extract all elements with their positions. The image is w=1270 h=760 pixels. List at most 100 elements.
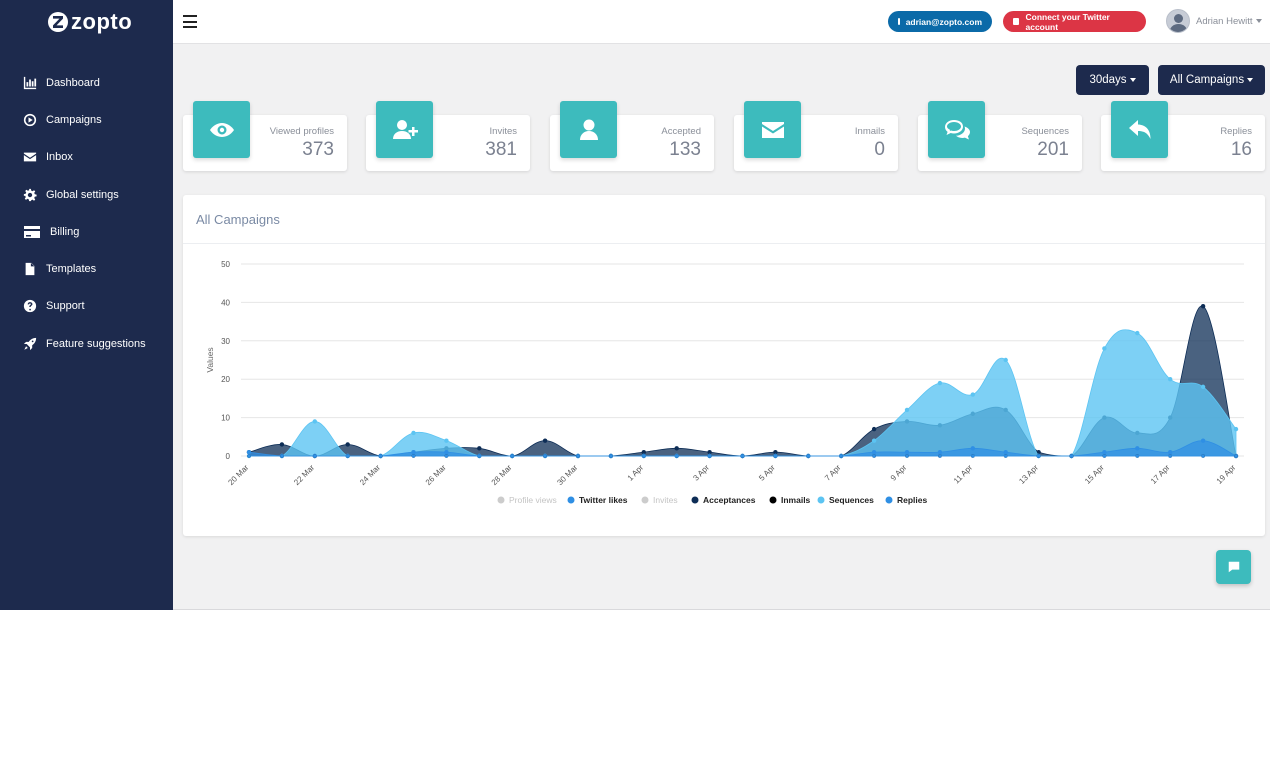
chat-widget-button[interactable] bbox=[1216, 550, 1251, 584]
x-tick-label: 3 Apr bbox=[691, 463, 711, 483]
data-point-sequences bbox=[970, 392, 975, 397]
data-point-twitter-likes bbox=[740, 454, 745, 458]
data-point-replies bbox=[1003, 449, 1008, 455]
comments-icon bbox=[928, 101, 985, 158]
data-point-replies bbox=[1200, 438, 1206, 443]
data-point-twitter-likes bbox=[543, 454, 547, 458]
data-point-replies bbox=[970, 446, 975, 451]
legend-item-label: Inmails bbox=[781, 495, 811, 505]
x-tick-label: 24 Mar bbox=[358, 463, 382, 487]
data-point-acceptances bbox=[542, 438, 548, 443]
data-point-twitter-likes bbox=[806, 454, 811, 458]
data-point-acceptances bbox=[477, 446, 482, 451]
campaign-chart-panel: All Campaigns 0 10 20 30 40 50 Values 20 Mar 22 … bbox=[183, 195, 1265, 536]
reply-icon bbox=[1111, 101, 1168, 158]
data-point-sequences bbox=[937, 380, 943, 386]
stat-value: 373 bbox=[302, 139, 334, 160]
data-point-twitter-likes bbox=[1102, 454, 1107, 458]
data-point-sequences bbox=[312, 419, 317, 424]
data-point-twitter-likes bbox=[1201, 454, 1205, 458]
x-tick-label: 15 Apr bbox=[1083, 463, 1106, 486]
data-point-twitter-likes bbox=[576, 454, 580, 458]
data-point-acceptances bbox=[1200, 304, 1206, 309]
data-point-sequences bbox=[1135, 330, 1140, 336]
eye-icon bbox=[193, 101, 250, 158]
sidebar-item-support[interactable]: Support bbox=[0, 288, 173, 325]
play-circle-icon bbox=[22, 112, 38, 128]
y-tick-label: 30 bbox=[221, 337, 230, 346]
sidebar-item-label: Feature suggestions bbox=[46, 337, 146, 350]
data-point-acceptances bbox=[871, 426, 877, 432]
stat-card-invites: Invites 381 bbox=[366, 101, 530, 171]
sidebar-item-feature-suggestions[interactable]: Feature suggestions bbox=[0, 325, 173, 362]
sidebar-item-billing[interactable]: Billing bbox=[0, 213, 173, 250]
legend-marker bbox=[769, 496, 777, 504]
legend-marker bbox=[567, 496, 575, 504]
envelope-icon bbox=[744, 101, 801, 158]
x-tick-label: 13 Apr bbox=[1017, 463, 1040, 486]
data-point-twitter-likes bbox=[1036, 454, 1041, 458]
data-point-twitter-likes bbox=[674, 454, 679, 458]
data-point-twitter-likes bbox=[280, 454, 284, 458]
sidebar-item-dashboard[interactable]: Dashboard bbox=[0, 64, 173, 101]
data-point-sequences bbox=[871, 438, 877, 443]
sidebar-item-campaigns[interactable]: Campaigns bbox=[0, 101, 173, 138]
top-bar: adrian@zopto.com Connect your Twitter ac… bbox=[173, 0, 1270, 44]
user-icon bbox=[560, 101, 617, 158]
data-point-sequences bbox=[1003, 357, 1008, 363]
stat-label: Accepted bbox=[661, 126, 701, 137]
user-menu[interactable]: Adrian Hewitt bbox=[1166, 9, 1262, 33]
data-point-twitter-likes bbox=[247, 454, 251, 458]
stat-label: Inmails bbox=[854, 126, 885, 137]
stat-card-accepted: Accepted 133 bbox=[550, 101, 714, 171]
connect-twitter-button[interactable]: Connect your Twitter account bbox=[1003, 11, 1146, 32]
sidebar-nav: Dashboard Campaigns Inbox Global setting… bbox=[0, 64, 173, 362]
x-tick-label: 30 Mar bbox=[555, 463, 579, 487]
data-point-replies bbox=[1168, 449, 1173, 455]
data-point-twitter-likes bbox=[905, 454, 909, 458]
linkedin-account-button[interactable]: adrian@zopto.com bbox=[888, 11, 992, 32]
data-point-replies bbox=[411, 449, 416, 455]
data-point-twitter-likes bbox=[411, 454, 416, 458]
data-point-acceptances bbox=[674, 446, 679, 451]
user-plus-icon bbox=[376, 101, 433, 158]
app-root: zopto Dashboard Campaigns Inbox Global s… bbox=[0, 0, 1270, 610]
data-point-acceptances bbox=[773, 449, 778, 455]
stat-card-sequences: Sequences 201 bbox=[918, 101, 1082, 171]
legend-marker bbox=[817, 496, 825, 504]
stat-value: 133 bbox=[669, 139, 701, 160]
period-dropdown[interactable]: 30days bbox=[1076, 65, 1149, 95]
data-point-acceptances bbox=[707, 449, 712, 455]
sidebar-item-global-settings[interactable]: Global settings bbox=[0, 176, 173, 213]
stat-card-replies: Replies 16 bbox=[1101, 101, 1265, 171]
file-icon bbox=[22, 261, 38, 277]
y-axis-label: Values bbox=[205, 347, 215, 372]
hamburger-menu-icon[interactable] bbox=[183, 15, 197, 28]
data-point-twitter-likes bbox=[510, 454, 514, 458]
data-point-acceptances bbox=[641, 449, 646, 455]
sidebar: zopto Dashboard Campaigns Inbox Global s… bbox=[0, 0, 173, 610]
data-point-twitter-likes bbox=[1135, 454, 1140, 458]
sidebar-item-inbox[interactable]: Inbox bbox=[0, 139, 173, 176]
legend-item-label: Acceptances bbox=[703, 495, 756, 505]
data-point-twitter-likes bbox=[345, 454, 350, 458]
data-point-twitter-likes bbox=[609, 454, 613, 458]
data-point-sequences bbox=[1102, 346, 1107, 351]
x-tick-label: 11 Apr bbox=[952, 463, 975, 486]
data-point-acceptances bbox=[279, 442, 285, 447]
sidebar-item-templates[interactable]: Templates bbox=[0, 250, 173, 287]
user-name-wrap: Adrian Hewitt bbox=[1196, 16, 1262, 27]
legend-item-label: Replies bbox=[897, 495, 928, 505]
x-tick-label: 20 Mar bbox=[226, 463, 250, 487]
x-tick-label: 26 Mar bbox=[424, 463, 448, 487]
y-tick-label: 10 bbox=[221, 414, 230, 423]
zopto-logo[interactable]: zopto bbox=[48, 9, 132, 34]
bar-chart-icon bbox=[22, 75, 38, 91]
sidebar-item-label: Dashboard bbox=[46, 76, 100, 89]
data-point-sequences bbox=[411, 430, 416, 436]
campaign-dropdown[interactable]: All Campaigns bbox=[1158, 65, 1265, 95]
stat-card-inmails: Inmails 0 bbox=[734, 101, 898, 171]
sidebar-item-label: Inbox bbox=[46, 151, 73, 164]
chat-bubble-icon bbox=[1228, 561, 1239, 573]
user-name: Adrian Hewitt bbox=[1196, 15, 1253, 27]
